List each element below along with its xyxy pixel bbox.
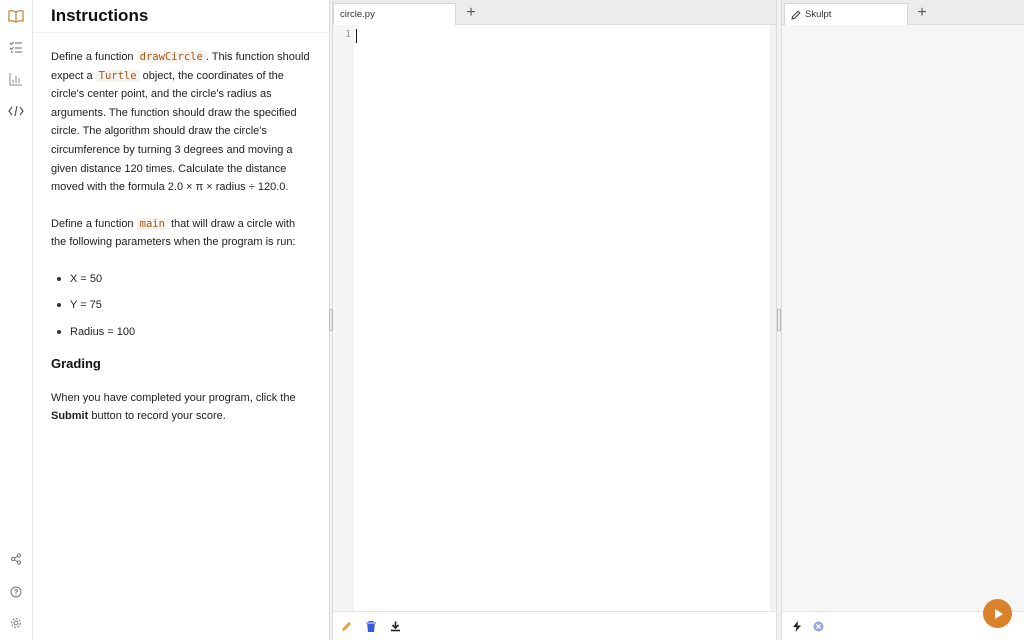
submit-emphasis: Submit	[51, 410, 89, 423]
book-icon[interactable]	[7, 7, 25, 25]
text: button to record your score.	[88, 410, 226, 423]
tab-label: Skulpt	[805, 9, 832, 20]
add-editor-tab-button[interactable]: +	[461, 3, 481, 23]
pencil-icon[interactable]	[340, 620, 353, 633]
text: When you have completed your program, cl…	[51, 391, 296, 404]
chart-icon[interactable]	[7, 70, 25, 88]
checklist-icon[interactable]	[7, 38, 25, 56]
trash-icon[interactable]	[364, 620, 377, 633]
add-output-tab-button[interactable]: +	[912, 3, 932, 23]
tab-skulpt[interactable]: Skulpt	[784, 3, 908, 25]
list-item: X = 50	[51, 270, 311, 289]
app-root: Instructions Define a function drawCircl…	[0, 0, 1024, 640]
instruction-paragraph: Define a function main that will draw a …	[51, 215, 311, 252]
output-tabbar: Skulpt +	[782, 0, 1024, 25]
instructions-body: Define a function drawCircle. This funct…	[33, 33, 329, 426]
editor-tabbar: circle.py +	[333, 0, 776, 25]
editor-toolbar	[333, 611, 776, 640]
instructions-title: Instructions	[33, 0, 329, 33]
grading-paragraph: When you have completed your program, cl…	[51, 389, 311, 426]
lightning-icon[interactable]	[790, 620, 803, 633]
close-circle-icon[interactable]	[812, 620, 825, 633]
play-icon	[994, 608, 1003, 619]
text: Define a function	[51, 51, 137, 63]
run-button[interactable]	[983, 599, 1012, 628]
parameter-list: X = 50 Y = 75 Radius = 100	[51, 270, 311, 341]
text: object, the coordinates of the circle's …	[51, 69, 297, 194]
list-item: Y = 75	[51, 296, 311, 315]
output-panel	[782, 25, 1024, 611]
settings-icon[interactable]	[7, 614, 25, 632]
share-icon[interactable]	[7, 550, 25, 568]
help-icon[interactable]	[7, 583, 25, 601]
text: Define a function	[51, 217, 137, 230]
grading-heading: Grading	[51, 356, 101, 372]
code-main: main	[136, 217, 168, 230]
text-cursor	[356, 29, 357, 43]
code-editor[interactable]: 1	[333, 25, 776, 611]
code-drawcircle: drawCircle	[136, 51, 206, 63]
line-number: 1	[344, 29, 351, 40]
instruction-paragraph: Define a function drawCircle. This funct…	[51, 48, 311, 197]
code-turtle: Turtle	[95, 69, 140, 82]
pencil-icon	[791, 9, 801, 20]
left-rail	[0, 0, 33, 640]
splitter-grip[interactable]	[777, 309, 781, 331]
tab-circle-py[interactable]: circle.py	[333, 3, 456, 25]
code-icon[interactable]	[7, 102, 25, 120]
instructions-panel: Instructions Define a function drawCircl…	[33, 0, 329, 640]
list-item: Radius = 100	[51, 323, 311, 342]
download-icon[interactable]	[389, 620, 402, 633]
line-gutter: 1	[333, 25, 354, 611]
